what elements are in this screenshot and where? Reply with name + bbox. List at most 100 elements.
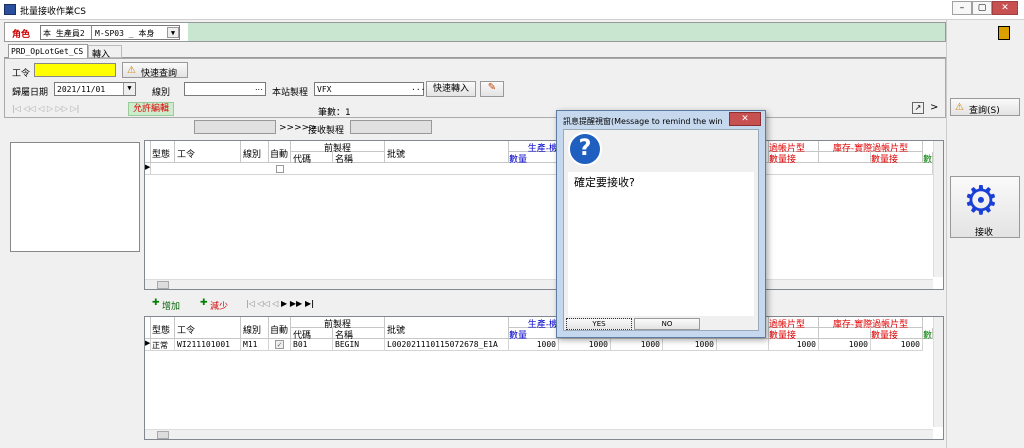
cell-line[interactable]: M11 [241,339,269,351]
date-select[interactable]: 2021/11/01 ▼ [54,82,136,96]
upper-vscroll[interactable] [933,141,943,277]
hdr-produce: 生產-機 [509,317,559,330]
cell-qty-4[interactable]: 1000 [663,339,717,351]
quick-query-button[interactable]: ⚠ 快速查詢 [122,62,188,79]
hdr-over-qty: 數量接 [769,152,819,165]
dialog-body: ? 確定要接收? YES NO [563,129,759,331]
hdr-stock-chip: 庫存-實際過帳片型 [819,141,923,154]
hdr-workorder: 工令 [175,317,241,339]
quick-query-label: 快速查詢 [141,69,178,79]
cell-auto[interactable]: ✓ [269,339,291,351]
hdr-last-col: 數 [923,152,933,165]
allow-edit-label: 允許編輯 [132,104,169,114]
hdr-qty: 數量 [509,152,559,165]
cell-qty-2[interactable]: 1000 [559,339,611,351]
close-button[interactable]: ✕ [992,1,1018,15]
role-divider [91,26,92,39]
query-label: 查詢(S) [969,106,1000,116]
no-button[interactable]: NO [634,318,700,330]
receive-process-input[interactable] [350,120,432,134]
dialog-close-button[interactable]: ✕ [729,112,761,126]
hscroll-thumb[interactable] [157,281,169,289]
cell-blank[interactable] [717,339,769,351]
hdr-type: 型態 [151,141,175,163]
auto-checkbox[interactable]: ✓ [275,340,284,349]
chevron-down-icon[interactable]: ▼ [123,83,135,95]
cell-name[interactable]: BEGIN [333,339,385,351]
process-input[interactable]: VFX ... [314,82,425,96]
add-icon[interactable]: ✚ [152,298,160,308]
reduce-icon[interactable]: ✚ [200,298,208,308]
nav-first-icon[interactable]: |◁ ◁◁ ◁ ▷ ▷▷ ▷| [12,104,79,113]
detail-nav-icons[interactable]: |◁ ◁◁ ◁ ▶ ▶▶ ▶| [246,299,314,308]
date-label: 歸屬日期 [12,88,49,98]
workorder-input[interactable] [34,63,116,77]
cell-qty-1[interactable]: 1000 [509,339,559,351]
hdr-prev-process: 前製程 [291,141,385,154]
cell-qty-7[interactable]: 1000 [871,339,923,351]
question-icon: ? [568,132,602,166]
add-button[interactable]: 增加 [162,299,180,312]
cell-qty-3[interactable]: 1000 [611,339,663,351]
cell-qty-6[interactable]: 1000 [819,339,871,351]
cell-code[interactable]: B01 [291,339,333,351]
cell-type[interactable]: 正常 [151,339,175,351]
left-list[interactable] [10,142,140,252]
tab-label: PRD_OpLotGet_CS [11,47,84,56]
hdr-stock-blank [819,328,871,339]
exit-icon[interactable] [998,26,1010,40]
reduce-button[interactable]: 減少 [210,299,228,312]
receive-button[interactable]: ⚙ 接收 [950,176,1020,238]
tab-strip [4,44,946,58]
upper-grid[interactable]: 型態 工令 線別 自動 前製程 代碼 名稱 批號 生產-機 數量 過帳片型 數量… [144,140,944,290]
yes-button[interactable]: YES [566,318,632,330]
receive-label: 接收 [975,228,994,238]
ellipsis-icon[interactable]: ... [255,83,263,92]
dialog-title: 訊息提醒視窗(Message to remind the wind... [563,117,723,126]
dialog-message-area [568,172,754,316]
hdr-auto: 自動 [269,317,291,339]
auto-checkbox[interactable] [276,165,284,173]
allow-edit-button[interactable]: 允許編輯 [128,102,174,116]
lower-vscroll[interactable] [933,317,943,427]
detail-toolbar: ✚ 增加 ✚ 減少 |◁ ◁◁ ◁ ▶ ▶▶ ▶| [144,296,944,312]
record-count: 筆數：1 [318,108,351,118]
query-button[interactable]: ⚠ 查詢(S) [950,98,1020,116]
ellipsis-icon[interactable]: ... [411,83,425,92]
quick-import-button[interactable]: 快速轉入 [426,81,476,97]
edit-pen-icon[interactable]: ✎ [480,81,504,97]
hdr-code: 代碼 [291,152,333,165]
date-value: 2021/11/01 [57,85,106,94]
hdr-over-qty: 數量接 [769,328,819,341]
export-icon[interactable]: ↗ [912,102,924,114]
tab-transfer[interactable]: 轉入 [88,45,122,60]
line-input[interactable]: ... [184,82,266,96]
quick-import-label: 快速轉入 [432,84,469,94]
new-row[interactable] [151,163,933,175]
upper-hscroll[interactable] [145,279,933,289]
role-select[interactable]: 本 生產員2 M-SP03 _ 本身 ▼ [40,25,180,40]
chevron-down-icon[interactable]: ▼ [167,27,179,38]
cell-workorder[interactable]: WI211101001 [175,339,241,351]
hdr-over-chip: 過帳片型 [769,317,819,330]
lower-grid[interactable]: 型態 工令 線別 自動 前製程 代碼 名稱 批號 生產-機 數量 過帳片型 數量… [144,316,944,440]
hdr-last-col: 數 [923,328,933,341]
window-title: 批量接收作業CS [20,7,86,17]
hscroll-thumb[interactable] [157,431,169,439]
chevron-right-icon[interactable]: > [930,102,938,113]
title-bar: 批量接收作業CS – ▢ ✕ [0,0,1024,20]
maximize-button[interactable]: ▢ [972,1,992,15]
minimize-button[interactable]: – [952,1,972,15]
workorder-label: 工令 [12,69,31,79]
no-label: NO [661,320,673,328]
hdr-line: 線別 [241,317,269,339]
hdr-stock-qty: 數量接 [871,152,923,165]
hdr-auto: 自動 [269,141,291,163]
receive-process-label: 接收製程 [308,126,345,136]
tab-prd-oplotget[interactable]: PRD_OpLotGet_CS [8,44,88,58]
cell-lot[interactable]: L002021110115072678_E1A [385,339,509,351]
hdr-name: 名稱 [333,152,385,165]
lower-hscroll[interactable] [145,429,933,439]
hdr-prev-process: 前製程 [291,317,385,330]
cell-qty-5[interactable]: 1000 [769,339,819,351]
